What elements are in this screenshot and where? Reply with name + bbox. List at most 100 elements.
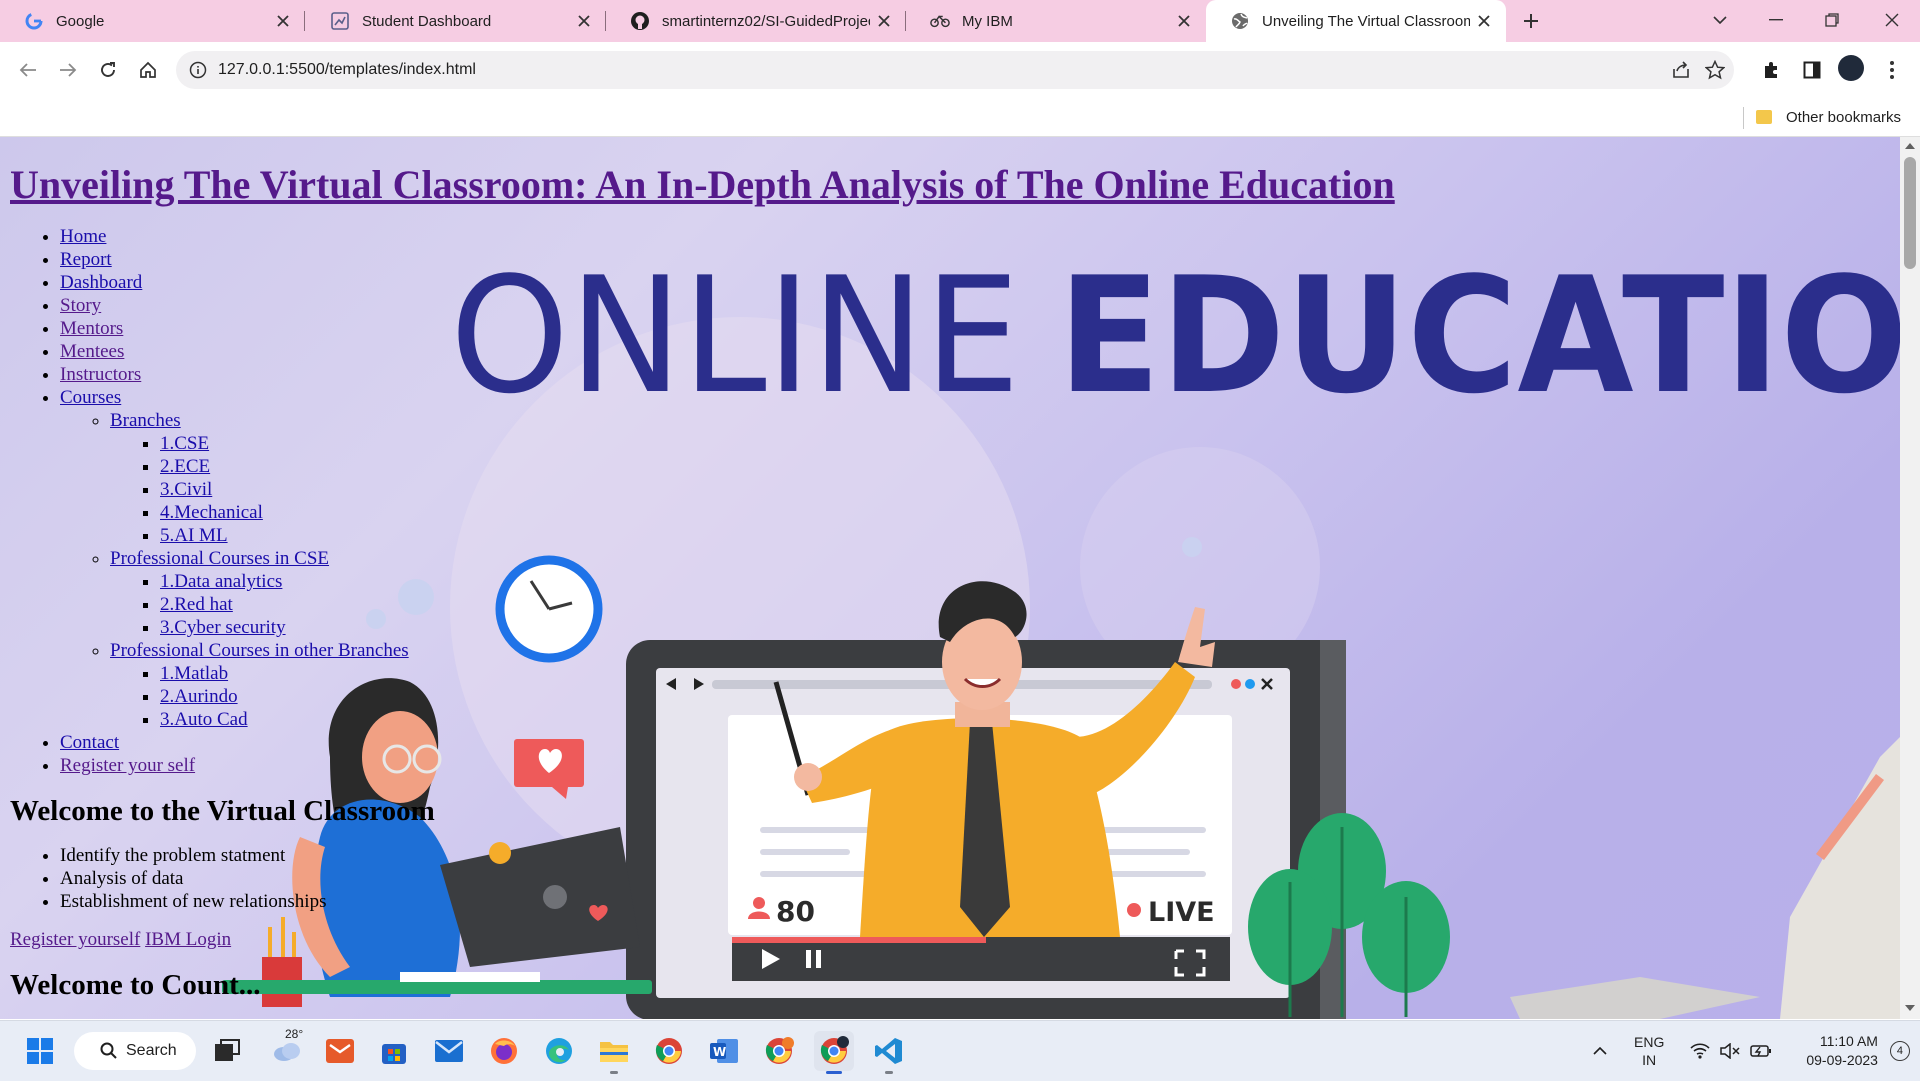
- scroll-up-icon[interactable]: [1905, 143, 1915, 149]
- nav-instructors-link[interactable]: Instructors: [60, 364, 141, 385]
- submenu-item: Professional Courses in CSE 1.Data analy…: [110, 547, 910, 639]
- chrome-profile-icon[interactable]: [759, 1031, 799, 1071]
- language-indicator[interactable]: ENG IN: [1634, 1033, 1664, 1069]
- close-window-icon[interactable]: [1864, 0, 1920, 40]
- bookmark-star-icon[interactable]: [1702, 57, 1728, 83]
- nav-mentors-link[interactable]: Mentors: [60, 318, 123, 339]
- edge-browser-icon[interactable]: [539, 1031, 579, 1071]
- branches-list: 1.CSE 2.ECE 3.Civil 4.Mechanical 5.AI ML: [110, 432, 910, 547]
- forward-arrow-icon[interactable]: [52, 54, 84, 86]
- address-bar[interactable]: 127.0.0.1:5500/templates/index.html: [176, 51, 1734, 89]
- tab-search-chevron-icon[interactable]: [1692, 0, 1748, 40]
- close-tab-icon[interactable]: [1470, 7, 1498, 35]
- nav-contact-link[interactable]: Contact: [60, 732, 119, 753]
- folder-icon: [1756, 110, 1772, 124]
- battery-charging-icon[interactable]: [1750, 1044, 1772, 1058]
- nav-pro-cse-link[interactable]: Professional Courses in CSE: [110, 548, 329, 569]
- clock[interactable]: 11:10 AM 09-09-2023: [1806, 1032, 1878, 1070]
- weather-temp: 28°: [285, 1027, 304, 1041]
- branch-aiml-link[interactable]: 5.AI ML: [160, 525, 228, 546]
- google-icon: [24, 11, 44, 31]
- extensions-puzzle-icon[interactable]: [1756, 54, 1788, 86]
- branch-civil-link[interactable]: 3.Civil: [160, 479, 212, 500]
- volume-muted-icon[interactable]: [1720, 1043, 1740, 1059]
- list-item: Analysis of data: [60, 867, 910, 890]
- weather-widget[interactable]: 28°: [263, 1027, 311, 1071]
- submenu-item: Branches 1.CSE 2.ECE 3.Civil 4.Mechanica…: [110, 409, 910, 547]
- nav-register-link[interactable]: Register your self: [60, 755, 195, 776]
- tab-google[interactable]: Google: [0, 0, 305, 42]
- nav-home-link[interactable]: Home: [60, 226, 106, 247]
- chrome-active-window-icon[interactable]: [814, 1031, 854, 1074]
- course-aurindo-link[interactable]: 2.Aurindo: [160, 686, 238, 707]
- tab-student-dashboard[interactable]: Student Dashboard: [306, 0, 606, 42]
- more-menu-icon[interactable]: [1876, 54, 1908, 86]
- scrollbar-thumb[interactable]: [1904, 157, 1916, 269]
- home-icon[interactable]: [132, 54, 164, 86]
- side-panel-icon[interactable]: [1796, 54, 1828, 86]
- page-title-link[interactable]: Unveiling The Virtual Classroom: An In-D…: [10, 162, 1395, 207]
- reload-icon[interactable]: [92, 54, 124, 86]
- close-tab-icon[interactable]: [269, 7, 297, 35]
- cloud-icon: [274, 1043, 300, 1061]
- task-view-icon[interactable]: [207, 1031, 247, 1071]
- course-cyber-security-link[interactable]: 3.Cyber security: [160, 617, 286, 638]
- branch-ece-link[interactable]: 2.ECE: [160, 456, 210, 477]
- close-tab-icon[interactable]: [570, 7, 598, 35]
- course-red-hat-link[interactable]: 2.Red hat: [160, 594, 233, 615]
- course-data-analytics-link[interactable]: 1.Data analytics: [160, 571, 282, 592]
- close-tab-icon[interactable]: [1170, 7, 1198, 35]
- nav-courses-link[interactable]: Courses: [60, 387, 121, 408]
- wifi-icon[interactable]: [1690, 1043, 1710, 1059]
- branch-mechanical-link[interactable]: 4.Mechanical: [160, 502, 263, 523]
- firefox-icon[interactable]: [484, 1031, 524, 1071]
- list-item: Identify the problem statment: [60, 844, 910, 867]
- ibm-login-link[interactable]: IBM Login: [145, 929, 231, 950]
- page-scrollbar[interactable]: [1900, 137, 1920, 1019]
- tab-my-ibm[interactable]: My IBM: [906, 0, 1206, 42]
- other-bookmarks-folder[interactable]: Other bookmarks: [1756, 104, 1901, 130]
- outlook-mail-icon[interactable]: [429, 1031, 469, 1071]
- bookmarks-bar: Other bookmarks: [0, 98, 1920, 137]
- vscode-icon[interactable]: [869, 1031, 909, 1074]
- share-icon[interactable]: [1668, 57, 1694, 83]
- chrome-icon[interactable]: [649, 1031, 689, 1071]
- windows-start-icon[interactable]: [20, 1031, 60, 1071]
- restore-window-icon[interactable]: [1804, 0, 1860, 40]
- nav-story-link[interactable]: Story: [60, 295, 101, 316]
- nav-report-link[interactable]: Report: [60, 249, 112, 270]
- tab-virtual-classroom[interactable]: Unveiling The Virtual Classroom: [1206, 0, 1506, 42]
- minimize-window-icon[interactable]: [1748, 0, 1804, 40]
- taskbar-search[interactable]: Search: [74, 1032, 196, 1070]
- notification-badge[interactable]: 4: [1889, 1041, 1910, 1061]
- file-explorer-icon[interactable]: [594, 1031, 634, 1074]
- tab-separator: [304, 11, 305, 31]
- other-bookmarks-label: Other bookmarks: [1786, 108, 1902, 126]
- nav-mentees-link[interactable]: Mentees: [60, 341, 124, 362]
- clock-date: 09-09-2023: [1806, 1052, 1878, 1068]
- list-item: 5.AI ML: [160, 524, 910, 547]
- course-autocad-link[interactable]: 3.Auto Cad: [160, 709, 248, 730]
- nav-item: Story: [60, 294, 910, 317]
- store-app-icon[interactable]: [374, 1031, 414, 1071]
- new-tab-button[interactable]: [1516, 7, 1546, 35]
- tab-title: smartinternz02/SI-GuidedProject: [662, 12, 870, 30]
- nav-branches-link[interactable]: Branches: [110, 410, 181, 431]
- scroll-down-icon[interactable]: [1905, 1005, 1915, 1011]
- list-item: 4.Mechanical: [160, 501, 910, 524]
- course-matlab-link[interactable]: 1.Matlab: [160, 663, 228, 684]
- profile-avatar[interactable]: [1838, 55, 1864, 81]
- tab-github[interactable]: smartinternz02/SI-GuidedProject: [606, 0, 906, 42]
- show-hidden-icons-chevron[interactable]: [1580, 1047, 1620, 1055]
- main-nav: Home Report Dashboard Story Mentors Ment…: [10, 225, 910, 777]
- word-app-icon[interactable]: W: [704, 1031, 744, 1071]
- register-yourself-link[interactable]: Register yourself: [10, 929, 140, 950]
- mail-app-icon[interactable]: [320, 1031, 360, 1071]
- laptop-corner-illustration: [1510, 737, 1900, 1019]
- nav-dashboard-link[interactable]: Dashboard: [60, 272, 142, 293]
- back-arrow-icon[interactable]: [12, 54, 44, 86]
- site-info-icon[interactable]: [186, 58, 210, 82]
- branch-cse-link[interactable]: 1.CSE: [160, 433, 209, 454]
- close-tab-icon[interactable]: [870, 7, 898, 35]
- nav-pro-other-link[interactable]: Professional Courses in other Branches: [110, 640, 409, 661]
